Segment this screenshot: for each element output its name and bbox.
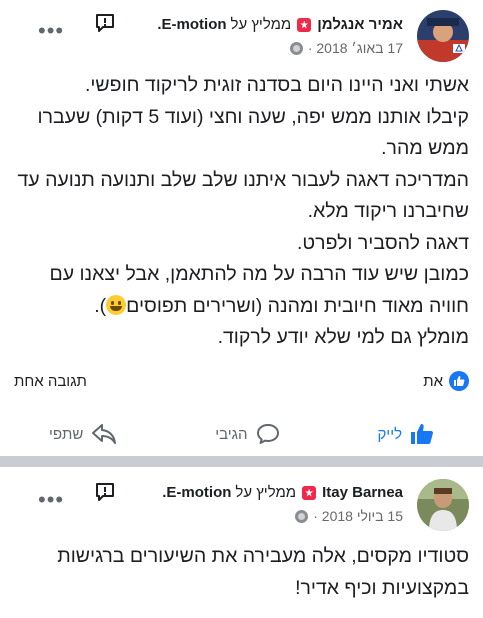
reactions-summary: את תגובה אחת	[14, 370, 469, 392]
message-icon[interactable]	[94, 12, 116, 34]
avatar[interactable]	[417, 479, 469, 531]
author-name[interactable]: אמיר אנגלמן	[317, 16, 403, 33]
page-name[interactable]: E-motion.	[157, 16, 226, 33]
review-post: אמיר אנגלמן ממליץ על E-motion. 17 באוג׳ …	[0, 0, 483, 456]
author-name[interactable]: Itay Barnea	[322, 484, 403, 501]
post-meta: 15 ביולי 2018 ·	[295, 508, 403, 524]
post-text: אשתי ואני היינו היום בסדנה זוגית לריקוד …	[17, 74, 470, 348]
page-name[interactable]: E-motion.	[162, 484, 231, 501]
message-icon[interactable]	[94, 481, 116, 503]
post-separator	[0, 456, 483, 467]
globe-icon	[295, 509, 309, 523]
post-text: סטודיו מקסים, אלה מעבירה את השיעורים ברג…	[57, 545, 469, 599]
grinning-emoji-icon	[106, 294, 127, 315]
comment-icon	[256, 424, 279, 444]
comments-count[interactable]: תגובה אחת	[14, 373, 87, 390]
like-icon	[411, 424, 434, 444]
share-button[interactable]: שתפי	[49, 423, 117, 445]
globe-icon	[289, 41, 303, 55]
like-bubble-icon	[449, 371, 469, 391]
recommend-badge-icon	[302, 485, 317, 500]
share-icon	[92, 424, 117, 444]
post-date[interactable]: 15 ביולי 2018 ·	[313, 508, 403, 524]
recommend-badge-icon	[297, 17, 312, 32]
like-button[interactable]: לייק	[377, 423, 434, 445]
post-date[interactable]: 17 באוג׳ 2018 ·	[308, 40, 403, 56]
share-label: שתפי	[48, 425, 84, 443]
post-actions: לייק הגיבי שתפי	[0, 414, 483, 454]
review-post: Itay Barnea ממליץ על E-motion. 15 ביולי …	[0, 467, 483, 618]
more-options-icon[interactable]: •••	[38, 489, 64, 511]
like-label: לייק	[377, 425, 403, 443]
recommends-label: ממליץ על	[230, 16, 292, 33]
comment-button[interactable]: הגיבי	[215, 423, 279, 445]
more-options-icon[interactable]: •••	[38, 20, 64, 42]
avatar[interactable]	[417, 10, 469, 62]
post-header: אמיר אנגלמן ממליץ על E-motion.	[157, 16, 403, 33]
comment-label: הגיבי	[215, 425, 248, 443]
recommends-label: ממליץ על	[235, 484, 297, 501]
post-header: Itay Barnea ממליץ על E-motion.	[162, 484, 403, 501]
likes-summary[interactable]: את	[423, 371, 469, 391]
post-meta: 17 באוג׳ 2018 ·	[289, 40, 403, 56]
likes-label: את	[423, 372, 443, 390]
